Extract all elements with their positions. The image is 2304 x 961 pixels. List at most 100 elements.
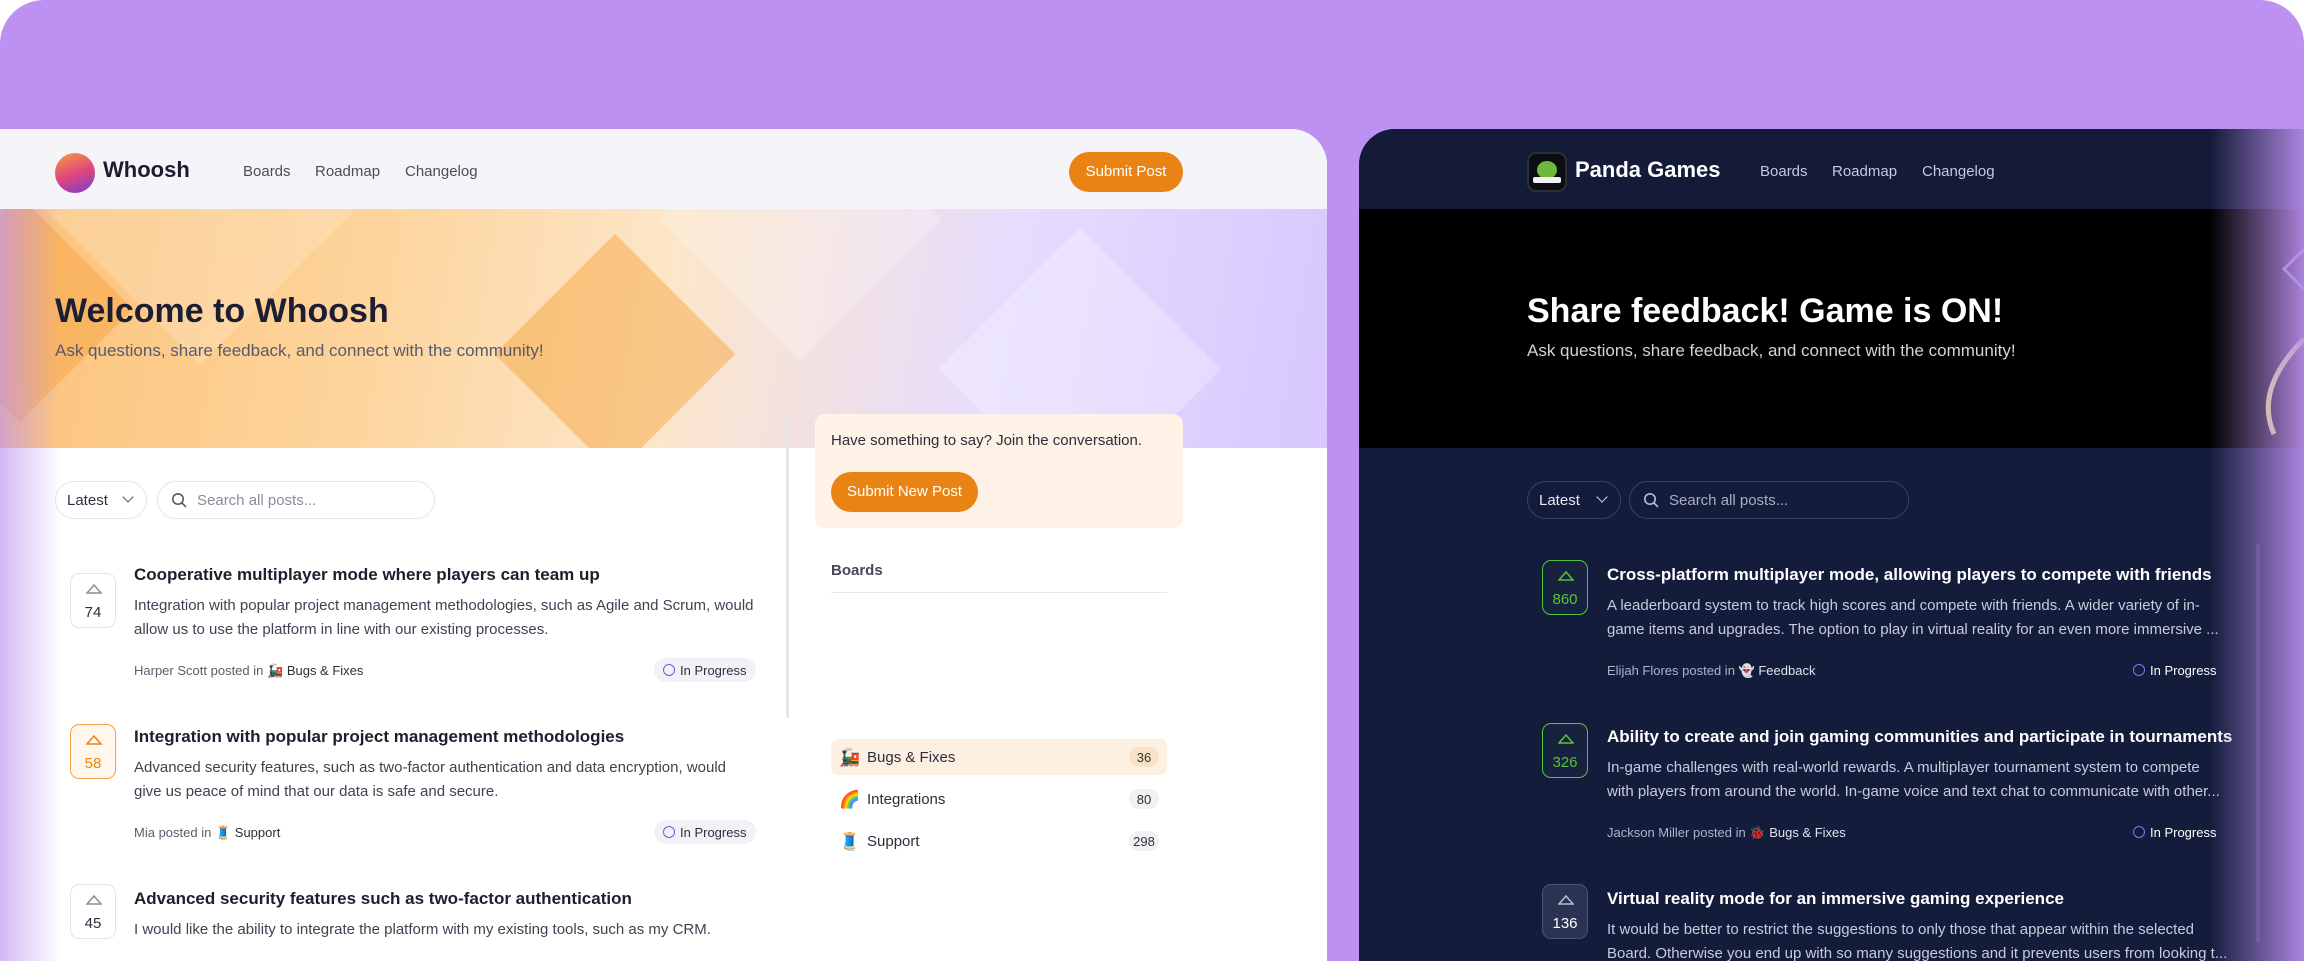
panda-hero-subtitle: Ask questions, share feedback, and conne…: [1527, 341, 2016, 360]
post-description: I would like the ability to integrate th…: [134, 921, 711, 938]
panda-logo-icon[interactable]: [1527, 152, 1567, 192]
post-meta: Mia posted in 🧵 Support: [134, 825, 280, 841]
vote-count: 136: [1552, 915, 1578, 932]
status-badge: In Progress: [654, 820, 757, 844]
post-board-link[interactable]: Feedback: [1758, 663, 1815, 678]
post-title[interactable]: Integration with popular project managem…: [134, 727, 624, 747]
panda-brand-name[interactable]: Panda Games: [1575, 157, 1721, 183]
post-description-line: with players from around the world. In-g…: [1607, 783, 2220, 800]
chevron-down-icon: [122, 491, 134, 503]
status-label: In Progress: [680, 663, 747, 678]
showcase-frame: Whoosh Boards Roadmap Changelog Submit P…: [0, 0, 2304, 961]
right-edge-fade: [2210, 129, 2304, 961]
board-count: 36: [1129, 747, 1159, 767]
post-description-line: game items and upgrades. The option to p…: [1607, 621, 2219, 638]
status-label: In Progress: [680, 825, 747, 840]
post-title[interactable]: Ability to create and join gaming commun…: [1607, 727, 2232, 747]
in-progress-icon: [663, 664, 675, 676]
upvote-button[interactable]: 45: [70, 884, 116, 939]
post-author[interactable]: Mia: [134, 825, 155, 840]
upvote-button[interactable]: 326: [1542, 723, 1588, 778]
posted-in-label: posted in: [1692, 825, 1746, 840]
post-description: In-game challenges with real-world rewar…: [1607, 756, 2220, 804]
sort-dropdown-label: Latest: [67, 492, 108, 509]
vote-count: 326: [1552, 754, 1578, 771]
nav-boards-link[interactable]: Boards: [1760, 163, 1808, 180]
nav-roadmap-link[interactable]: Roadmap: [1832, 163, 1897, 180]
post-description-line: A leaderboard system to track high score…: [1607, 597, 2200, 614]
upvote-button[interactable]: 74: [70, 573, 116, 628]
upvote-button[interactable]: 860: [1542, 560, 1588, 615]
board-item-integrations[interactable]: 🌈 Integrations 80: [831, 781, 1167, 817]
nav-changelog-link[interactable]: Changelog: [405, 163, 478, 180]
post-description: A leaderboard system to track high score…: [1607, 594, 2219, 642]
search-icon: [172, 493, 187, 508]
vote-count: 45: [84, 915, 102, 932]
post-board-link[interactable]: Bugs & Fixes: [1769, 825, 1846, 840]
post-meta: Harper Scott posted in 🚂 Bugs & Fixes: [134, 663, 363, 679]
thread-icon: 🧵: [839, 832, 861, 851]
board-count: 298: [1129, 831, 1159, 851]
post-title[interactable]: Cross-platform multiplayer mode, allowin…: [1607, 565, 2212, 585]
post-description: Advanced security features, such as two-…: [134, 759, 727, 800]
post-title[interactable]: Cooperative multiplayer mode where playe…: [134, 565, 600, 585]
search-input[interactable]: Search all posts...: [157, 481, 435, 519]
board-name: Bugs & Fixes: [867, 749, 956, 766]
upvote-arrow-icon: [1558, 895, 1574, 905]
search-input[interactable]: Search all posts...: [1629, 481, 1909, 519]
in-progress-icon: [663, 826, 675, 838]
board-emoji-icon: 🐞: [1749, 825, 1766, 840]
board-emoji-icon: 👻: [1738, 663, 1755, 678]
logo-band: [1533, 177, 1561, 183]
post-board-link[interactable]: Bugs & Fixes: [287, 663, 364, 678]
sort-dropdown[interactable]: Latest: [55, 481, 147, 519]
whoosh-hero-title: Welcome to Whoosh: [55, 292, 389, 330]
nav-boards-link[interactable]: Boards: [243, 163, 291, 180]
nav-roadmap-link[interactable]: Roadmap: [315, 163, 380, 180]
cta-text: Have something to say? Join the conversa…: [831, 432, 1143, 449]
post-title[interactable]: Advanced security features such as two-f…: [134, 889, 632, 909]
panda-navbar: Panda Games Boards Roadmap Changelog: [1359, 129, 2304, 209]
status-label: In Progress: [2150, 825, 2217, 840]
search-icon: [1644, 493, 1659, 508]
chevron-down-icon: [1596, 491, 1608, 503]
upvote-button[interactable]: 58: [70, 724, 116, 779]
post-author[interactable]: Jackson Miller: [1607, 825, 1689, 840]
post-author[interactable]: Harper Scott: [134, 663, 207, 678]
post-title[interactable]: Virtual reality mode for an immersive ga…: [1607, 889, 2064, 909]
in-progress-icon: [2133, 826, 2145, 838]
sort-dropdown[interactable]: Latest: [1527, 481, 1621, 519]
boards-heading: Boards: [831, 562, 883, 579]
post-board-link[interactable]: Support: [235, 825, 281, 840]
post-description-line: Board. Otherwise you end up with so many…: [1607, 945, 2228, 961]
search-placeholder: Search all posts...: [1669, 492, 1789, 509]
board-emoji-icon: 🧵: [214, 825, 232, 840]
board-item-bugs-fixes[interactable]: 🚂 Bugs & Fixes 36: [831, 739, 1167, 775]
status-badge: In Progress: [654, 658, 757, 682]
whoosh-navbar: Whoosh Boards Roadmap Changelog Submit P…: [0, 129, 1327, 209]
submit-new-post-button[interactable]: Submit New Post: [831, 472, 978, 512]
upvote-button[interactable]: 136: [1542, 884, 1588, 939]
board-item-support[interactable]: 🧵 Support 298: [831, 823, 1167, 859]
post-description: It would be better to restrict the sugge…: [1607, 918, 2227, 961]
whoosh-logo-icon[interactable]: [55, 153, 95, 193]
post-description-line: It would be better to restrict the sugge…: [1607, 921, 2195, 938]
left-edge-fade: [0, 209, 60, 961]
upvote-arrow-icon: [86, 735, 102, 745]
board-name: Integrations: [867, 791, 946, 808]
post-description-line: In-game challenges with real-world rewar…: [1607, 759, 2200, 776]
vote-count: 58: [84, 755, 102, 772]
whoosh-brand-name[interactable]: Whoosh: [103, 157, 190, 183]
in-progress-icon: [2133, 664, 2145, 676]
train-icon: 🚂: [839, 748, 861, 767]
search-placeholder: Search all posts...: [197, 492, 317, 509]
rainbow-icon: 🌈: [839, 790, 861, 809]
nav-changelog-link[interactable]: Changelog: [1922, 163, 1995, 180]
post-meta: Jackson Miller posted in 🐞 Bugs & Fixes: [1607, 825, 1846, 841]
vote-count: 74: [84, 604, 102, 621]
post-meta: Elijah Flores posted in 👻 Feedback: [1607, 663, 1815, 679]
upvote-arrow-icon: [1558, 571, 1574, 581]
post-description: Integration with popular project managem…: [134, 597, 754, 638]
submit-post-button[interactable]: Submit Post: [1069, 152, 1183, 192]
post-author[interactable]: Elijah Flores: [1607, 663, 1679, 678]
